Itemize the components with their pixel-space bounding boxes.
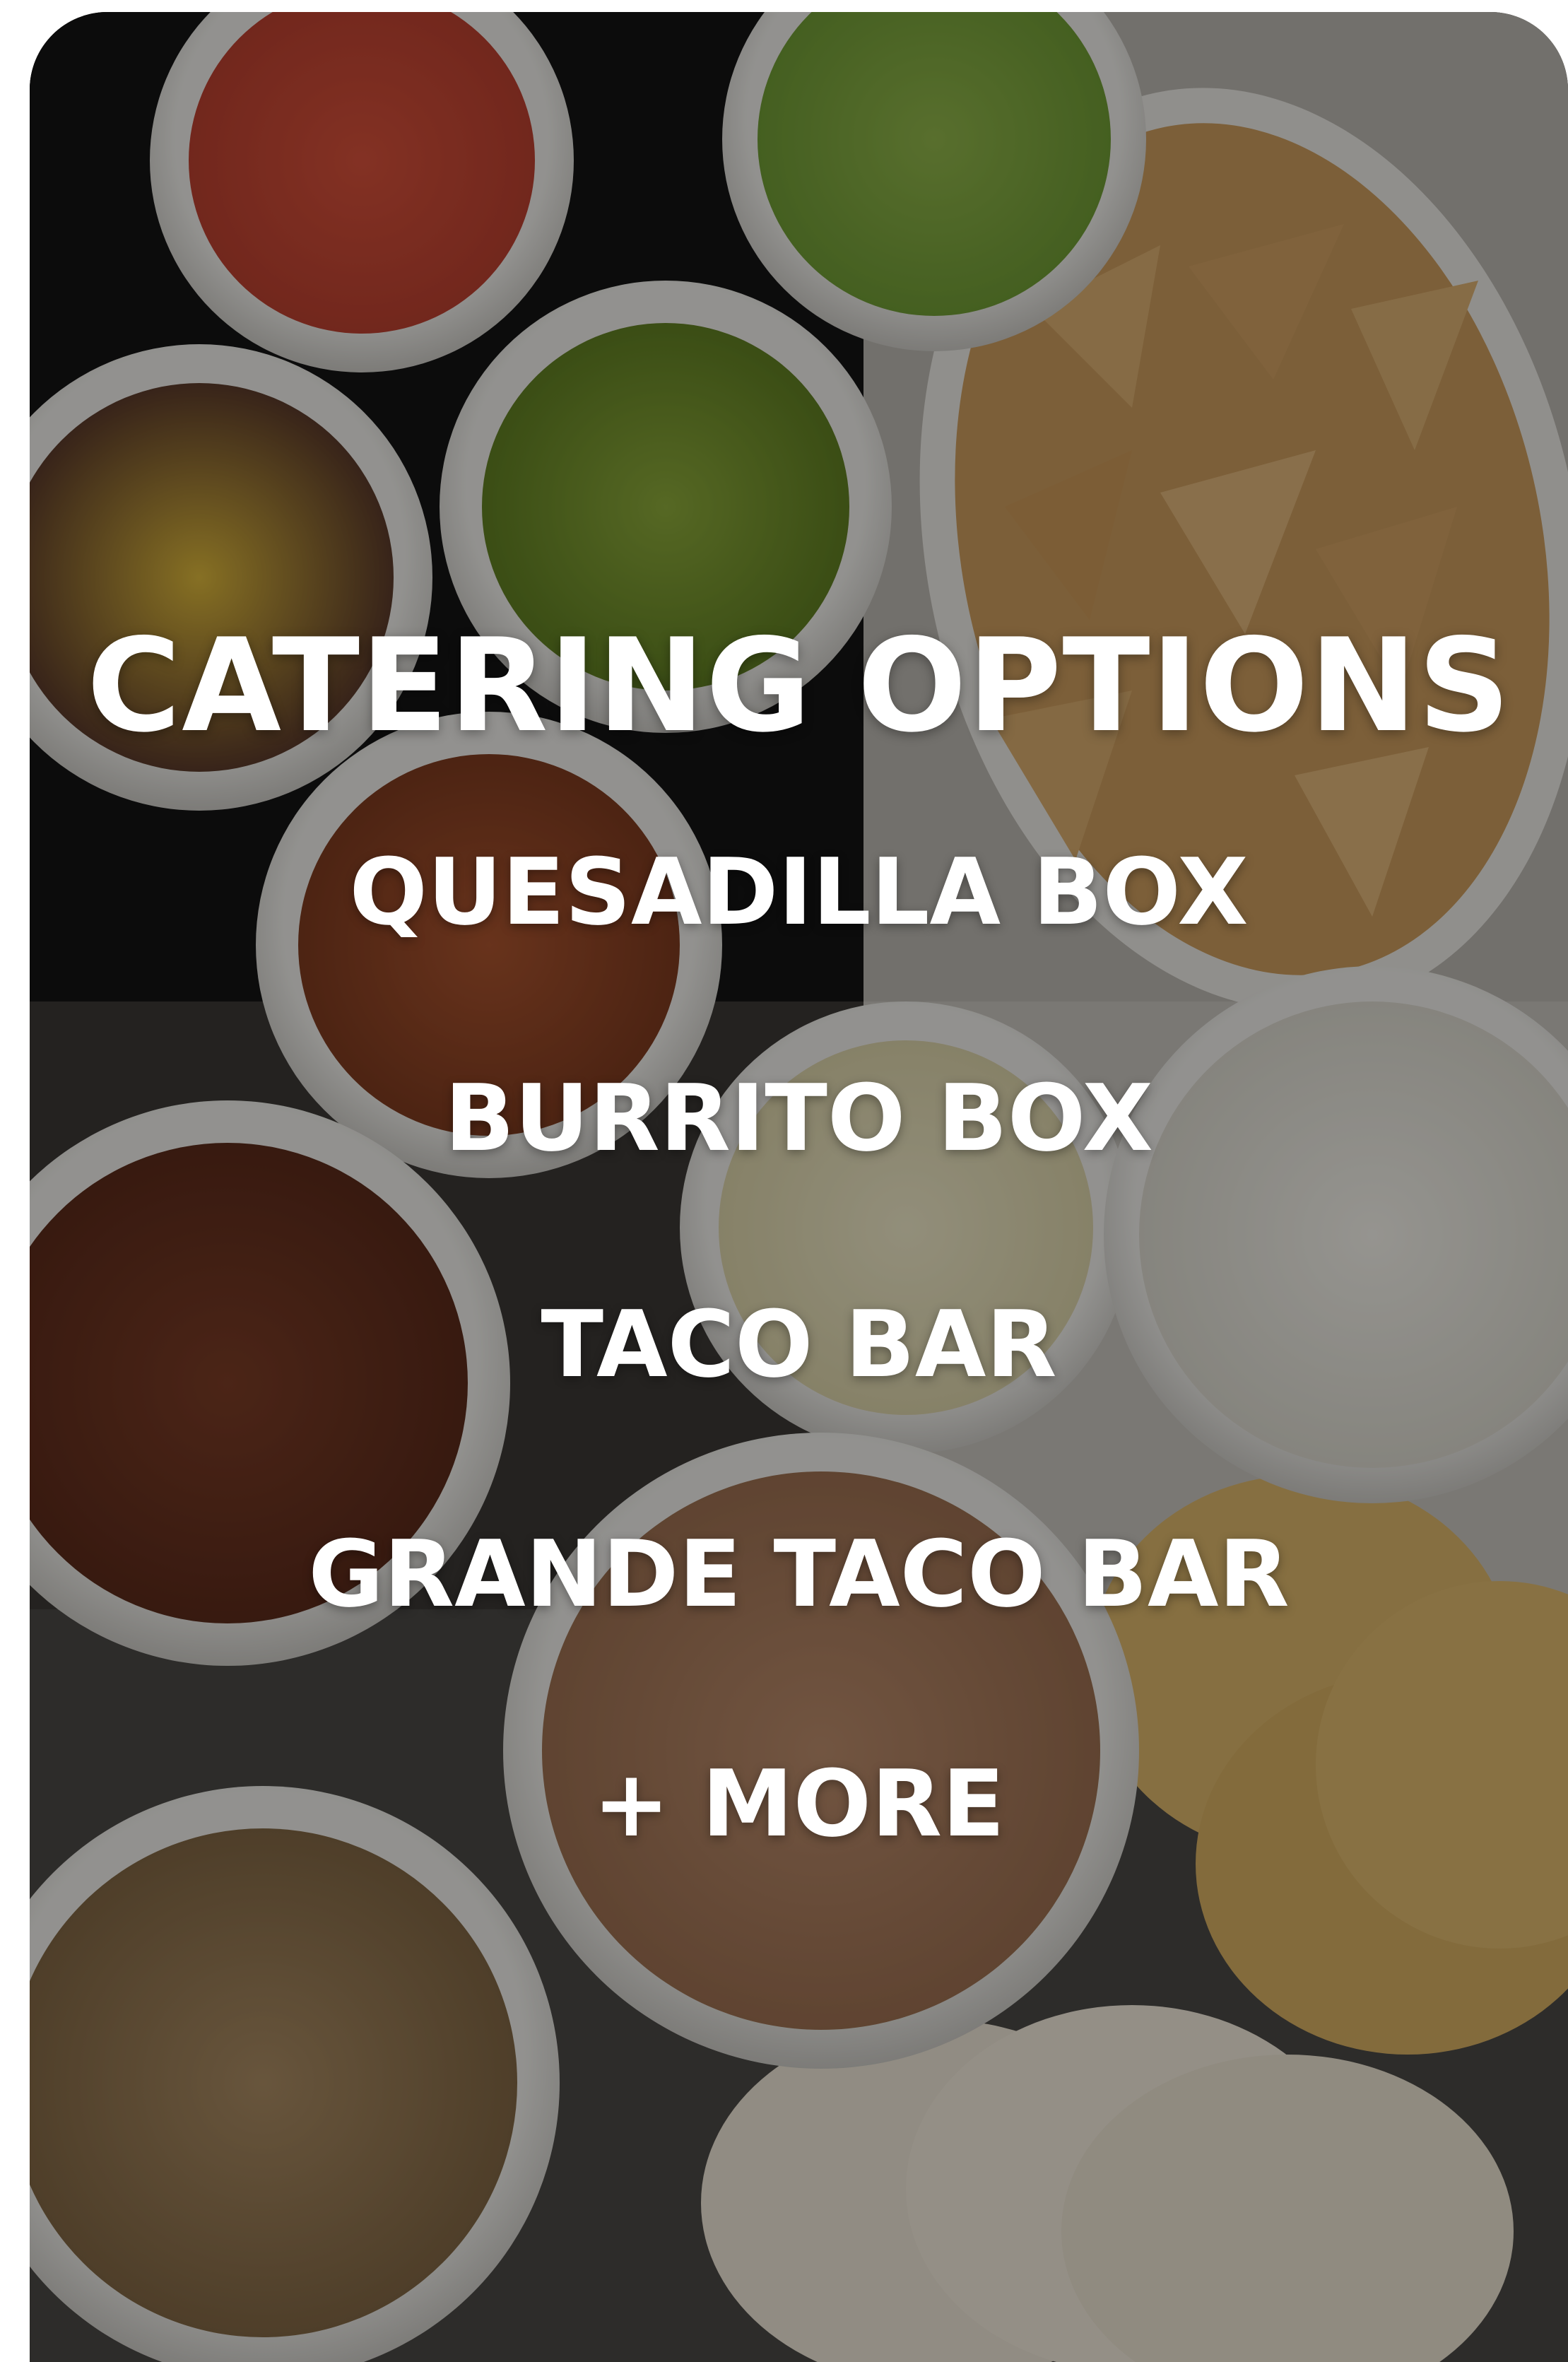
menu-item-quesadilla-box[interactable]: QUESADILLA BOX bbox=[30, 846, 1568, 938]
menu-item-burrito-box[interactable]: BURRITO BOX bbox=[30, 1072, 1568, 1164]
catering-card: CATERING OPTIONS QUESADILLA BOX BURRITO … bbox=[30, 12, 1568, 2362]
menu-item-more[interactable]: + MORE bbox=[30, 1758, 1568, 1850]
page-title: CATERING OPTIONS bbox=[86, 610, 1511, 760]
menu-item-taco-bar[interactable]: TACO BAR bbox=[30, 1298, 1568, 1390]
catering-content: CATERING OPTIONS QUESADILLA BOX BURRITO … bbox=[30, 12, 1568, 2362]
menu-item-grande-taco-bar[interactable]: GRANDE TACO BAR bbox=[30, 1528, 1568, 1620]
